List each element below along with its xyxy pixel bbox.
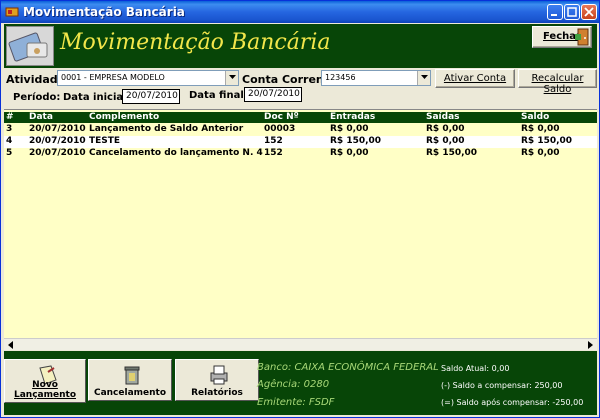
maximize-button[interactable] [564, 4, 580, 20]
col-saldo[interactable]: Saldo [521, 112, 549, 122]
maximize-icon [567, 7, 577, 17]
cell-doc: 152 [264, 136, 283, 146]
recalcular-saldo-label: Recalcular Saldo [531, 73, 584, 95]
cell-data: 20/07/2010 [29, 124, 86, 134]
cell-saidas: R$ 150,00 [426, 148, 478, 158]
close-icon [584, 7, 594, 17]
scroll-left-icon[interactable] [5, 339, 17, 351]
table-row[interactable]: 4 20/07/2010 TESTE 152 R$ 150,00 R$ 0,00… [4, 136, 597, 148]
data-final-label: Data final: [189, 90, 248, 101]
cell-doc: 152 [264, 148, 283, 158]
col-doc[interactable]: Doc Nº [264, 112, 299, 122]
minimize-button[interactable] [547, 4, 563, 20]
cancelamento-button[interactable]: Cancelamento [88, 359, 172, 401]
cell-saidas: R$ 0,00 [426, 124, 465, 134]
ativar-conta-button[interactable]: Ativar Conta [435, 69, 515, 88]
atividade-value: 0001 - EMPRESA MODELO [61, 73, 165, 82]
atividade-select[interactable]: 0001 - EMPRESA MODELO [57, 70, 239, 86]
minimize-icon [551, 14, 557, 16]
data-inicial-label: Data inicial: [63, 92, 131, 103]
cell-number: 5 [6, 148, 13, 158]
saldo-apos: (=) Saldo após compensar: -250,00 [441, 398, 584, 407]
atividade-dropdown-arrow[interactable] [225, 71, 238, 85]
cell-saldo: R$ 0,00 [521, 124, 560, 134]
grid-header: # Data Complemento Doc Nº Entradas Saída… [4, 112, 597, 123]
relatorios-label: Relatórios [191, 388, 243, 398]
data-final-input[interactable]: 20/07/2010 [244, 87, 302, 102]
close-button[interactable]: Fechar [532, 26, 592, 48]
cell-complemento: Lançamento de Saldo Anterior [89, 124, 244, 134]
novo-lancamento-button[interactable]: Novo Lançamento [4, 359, 86, 403]
conta-select[interactable]: 123456 [321, 70, 431, 86]
data-inicial-input[interactable]: 20/07/2010 [122, 89, 180, 104]
cell-saldo: R$ 150,00 [521, 136, 573, 146]
col-number[interactable]: # [6, 112, 14, 122]
main-window: Movimentação Bancária Movimentação Bancá… [0, 0, 600, 418]
title-bar[interactable]: Movimentação Bancária [1, 1, 599, 23]
table-row[interactable]: 5 20/07/2010 Cancelamento do lançamento … [4, 148, 597, 160]
window-title: Movimentação Bancária [23, 5, 185, 19]
cell-entradas: R$ 150,00 [330, 136, 382, 146]
ativar-conta-label: Ativar Conta [443, 73, 507, 84]
relatorios-button[interactable]: Relatórios [175, 359, 259, 401]
col-complemento[interactable]: Complemento [89, 112, 159, 122]
scroll-right-icon[interactable] [584, 339, 596, 351]
saldo-atual: Saldo Atual: 0,00 [441, 364, 510, 373]
filter-panel: Atividade: 0001 - EMPRESA MODELO Conta C… [4, 68, 597, 108]
chevron-down-icon [421, 75, 428, 79]
emitente-info: Emitente: FSDF [257, 397, 335, 408]
bank-card-logo [6, 26, 54, 66]
conta-value: 123456 [325, 73, 356, 82]
cell-entradas: R$ 0,00 [330, 148, 369, 158]
conta-dropdown-arrow[interactable] [417, 71, 430, 85]
credit-card-icon [8, 32, 48, 62]
periodo-label: Período: [13, 92, 61, 103]
cell-doc: 00003 [264, 124, 296, 134]
cell-number: 4 [6, 136, 13, 146]
recalcular-saldo-button[interactable]: Recalcular Saldo [518, 69, 597, 95]
agencia-info: Agência: 0280 [257, 379, 330, 390]
printer-icon [210, 365, 228, 385]
header-banner: Movimentação Bancária Fechar [4, 24, 597, 68]
cell-entradas: R$ 0,00 [330, 124, 369, 134]
trash-can-icon [124, 366, 140, 385]
banco-info: Banco: CAIXA ECONÔMICA FEDERAL [257, 362, 439, 373]
cell-number: 3 [6, 124, 13, 134]
saldo-compensar: (-) Saldo a compensar: 250,00 [441, 381, 563, 390]
cell-saidas: R$ 0,00 [426, 136, 465, 146]
exit-door-icon [575, 28, 589, 46]
col-saidas[interactable]: Saídas [426, 112, 460, 122]
col-data[interactable]: Data [29, 112, 53, 122]
cell-saldo: R$ 0,00 [521, 148, 560, 158]
horizontal-scrollbar[interactable] [4, 338, 597, 350]
footer-panel: Novo Lançamento Cancelamento Relatórios … [4, 351, 597, 415]
cell-data: 20/07/2010 [29, 148, 86, 158]
app-icon [5, 7, 19, 17]
cell-complemento: Cancelamento do lançamento N. 4 [89, 148, 263, 158]
transactions-grid[interactable]: # Data Complemento Doc Nº Entradas Saída… [4, 109, 597, 350]
cell-data: 20/07/2010 [29, 136, 86, 146]
table-row[interactable]: 3 20/07/2010 Lançamento de Saldo Anterio… [4, 124, 597, 136]
close-window-button[interactable] [581, 4, 597, 20]
cell-complemento: TESTE [89, 136, 121, 146]
novo-lancamento-label: Novo Lançamento [14, 380, 76, 400]
chevron-down-icon [229, 75, 236, 79]
col-entradas[interactable]: Entradas [330, 112, 375, 122]
cancelamento-label: Cancelamento [93, 388, 167, 398]
page-title: Movimentação Bancária [60, 30, 331, 55]
